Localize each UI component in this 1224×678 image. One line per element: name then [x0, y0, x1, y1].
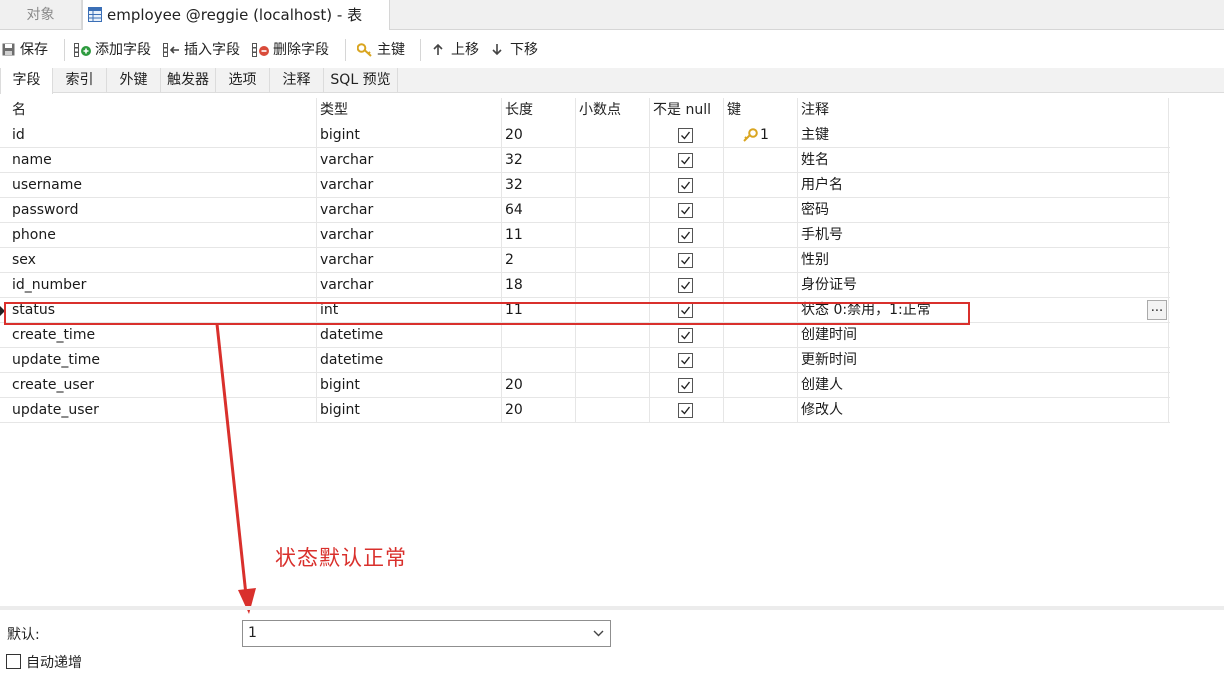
default-label: 默认: [7, 627, 40, 643]
annotation-arrow [215, 323, 256, 614]
annotation-text: 状态默认正常 [275, 546, 407, 570]
default-value-dropdown[interactable]: 1 [242, 620, 611, 647]
default-value: 1 [248, 625, 257, 641]
auto-increment-checkbox[interactable] [6, 654, 21, 669]
auto-increment-label: 自动递增 [26, 655, 82, 671]
chevron-down-icon [593, 630, 604, 637]
panel-splitter[interactable] [0, 606, 1224, 610]
